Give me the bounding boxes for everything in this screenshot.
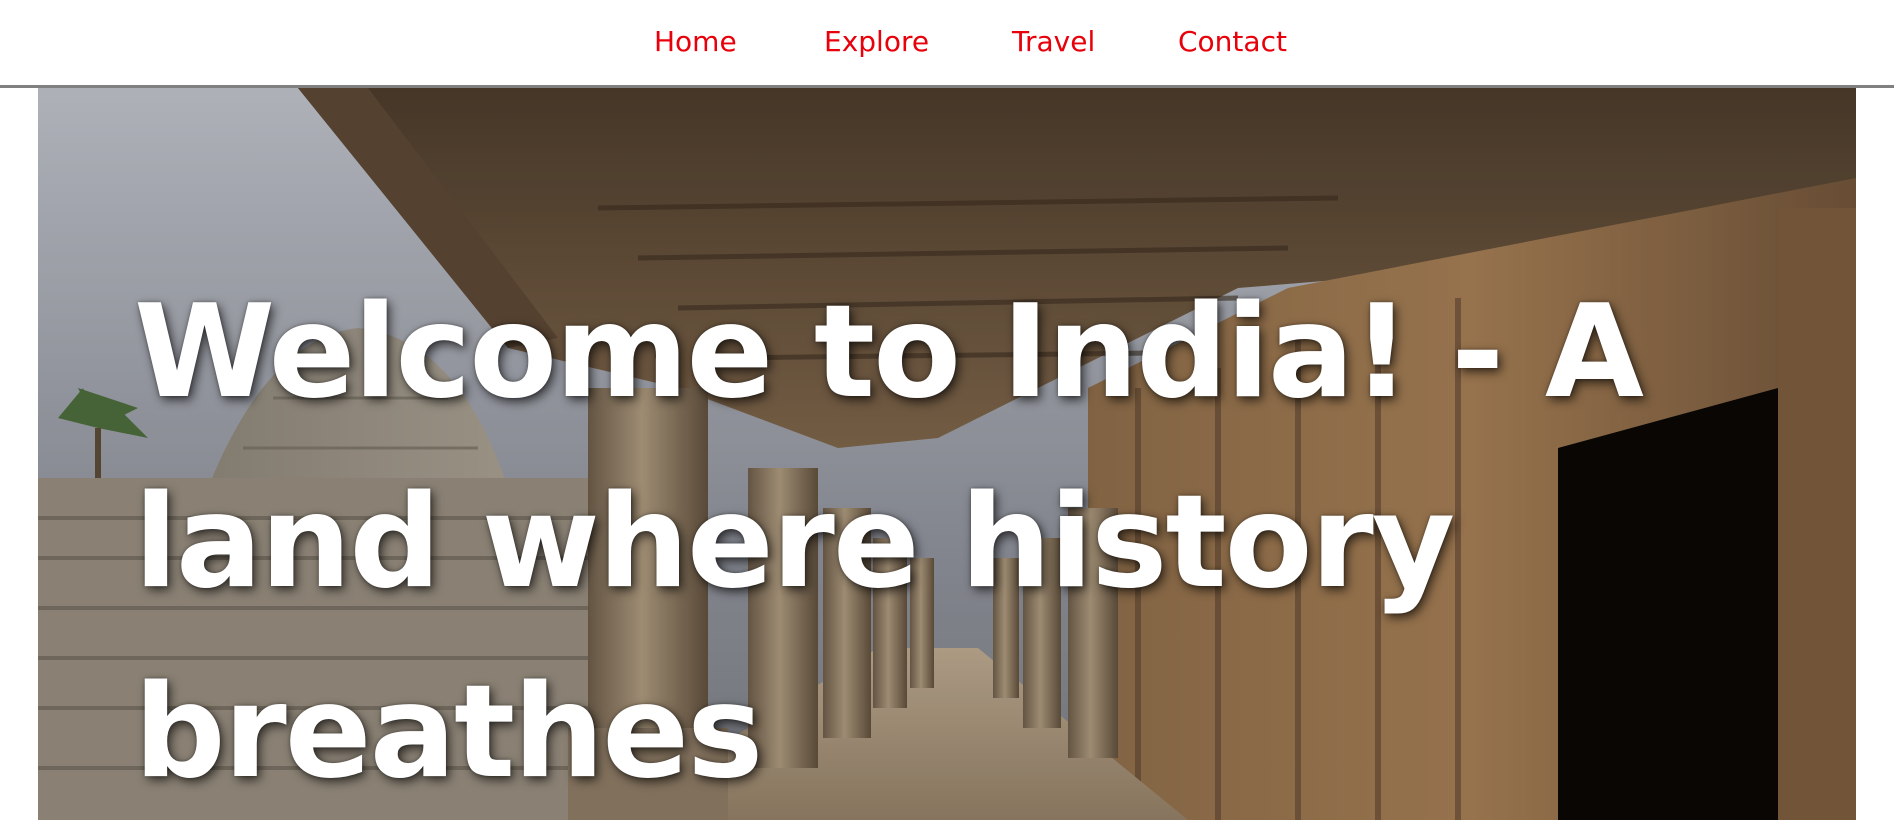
hero-banner: Welcome to India! - A land where history… [38,88,1856,820]
top-navbar: Home Explore Travel Contact [0,0,1894,88]
nav-menu: Home Explore Travel Contact [0,22,1894,62]
nav-link-explore[interactable]: Explore [824,22,929,62]
hero-heading: Welcome to India! - A land where history… [134,278,1644,807]
nav-link-travel[interactable]: Travel [1012,22,1095,62]
nav-link-contact[interactable]: Contact [1178,22,1287,62]
nav-link-home[interactable]: Home [654,22,737,62]
